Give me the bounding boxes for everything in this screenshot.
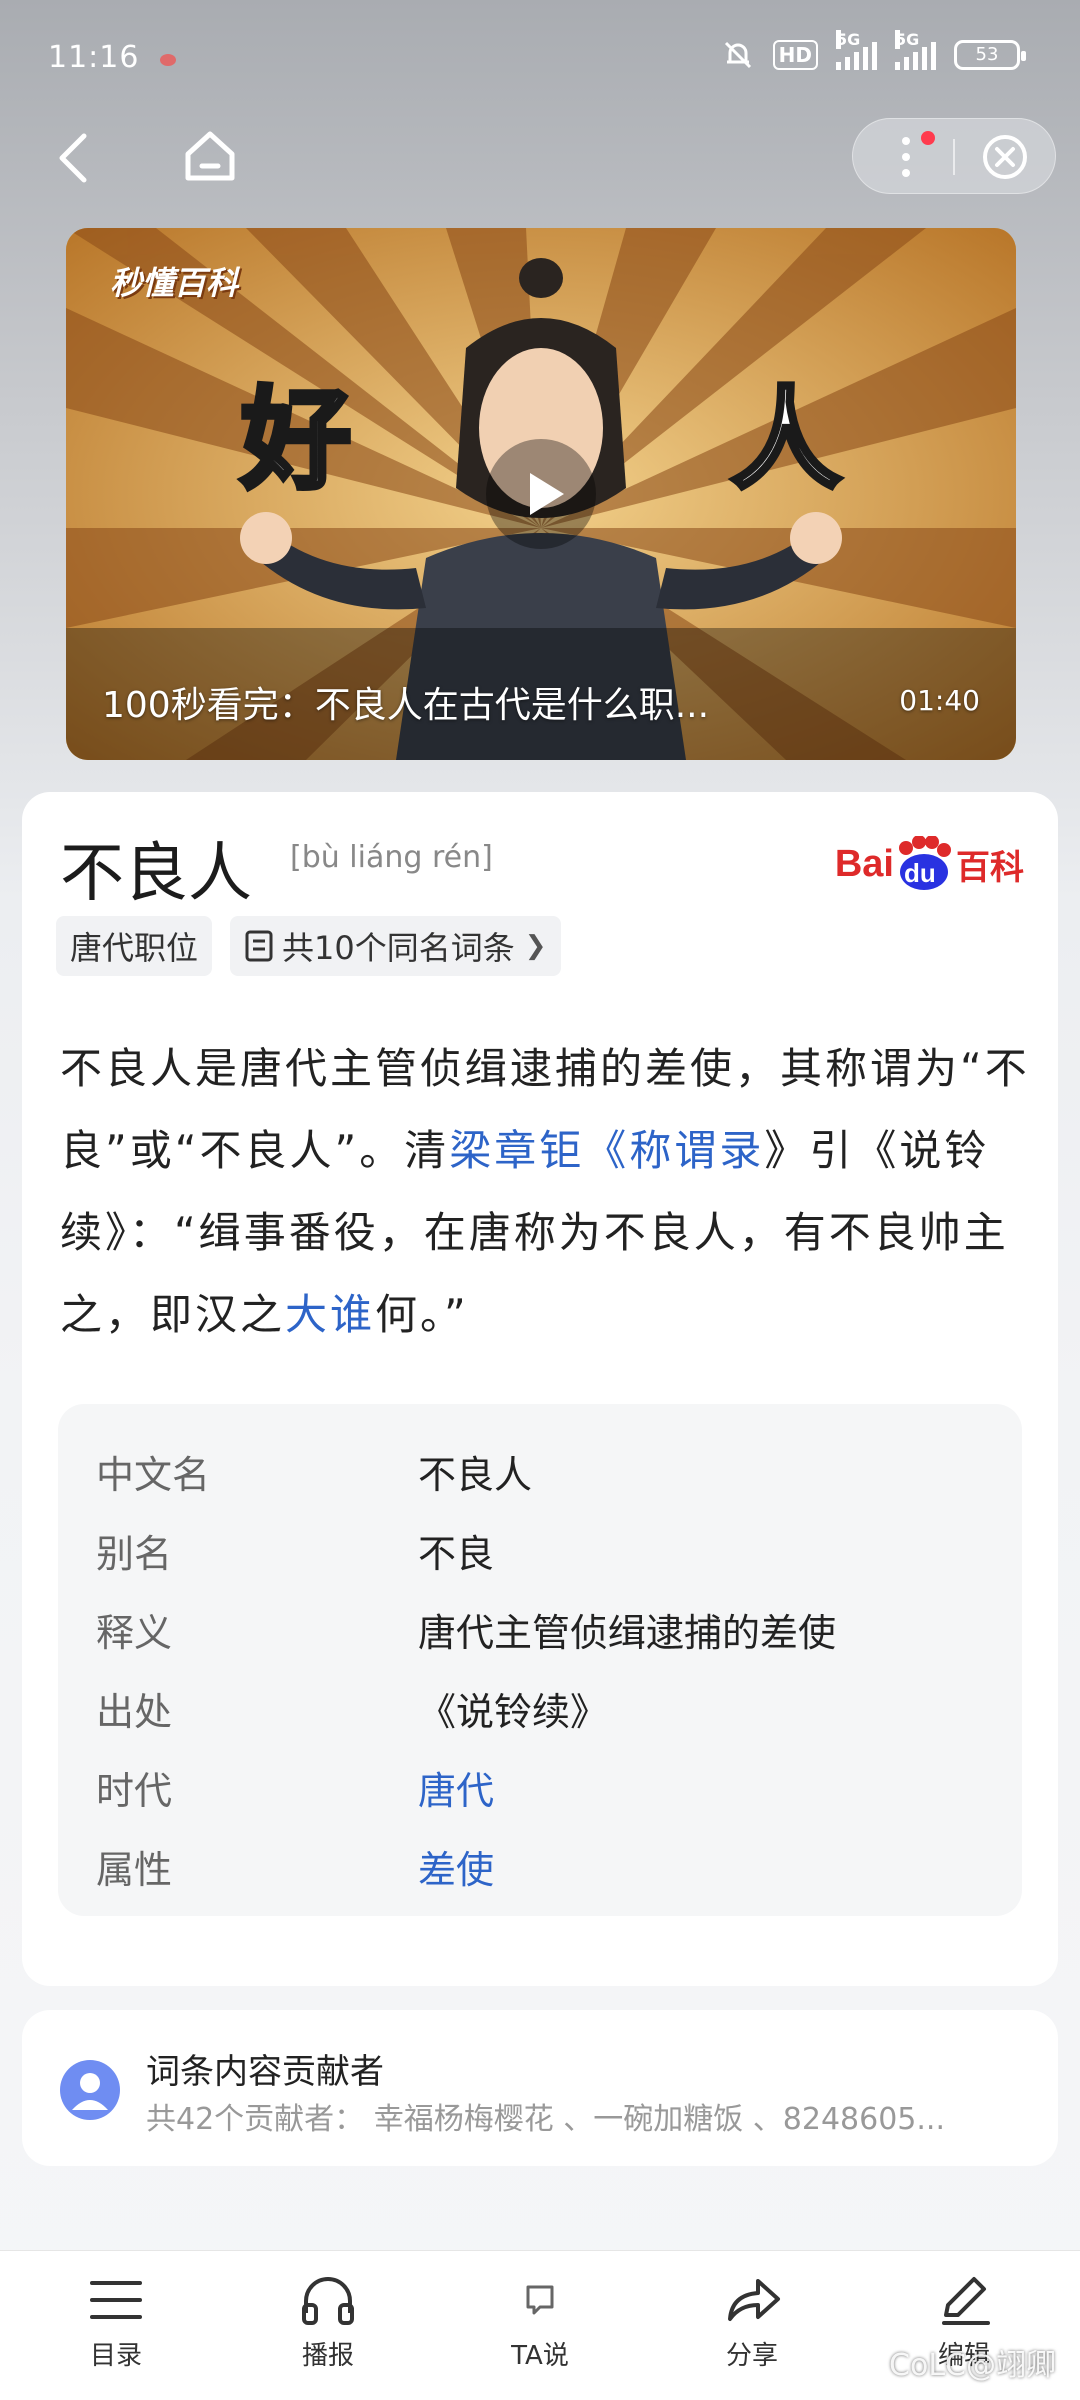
entry-card: 不良人 [bù liáng rén] Bai du 百科 唐代职位 共10个同名… — [22, 792, 1058, 1986]
paw-icon: du — [894, 836, 954, 892]
link-liang-zhangju[interactable]: 梁章钜 — [449, 1126, 584, 1175]
thumb-char-left: 好 — [240, 375, 351, 504]
infobox-value: 不良 — [418, 1532, 495, 1576]
summary-paragraph: 不良人是唐代主管侦缉逮捕的差使，其称谓为“不良”或“不良人”。清梁章钜《称谓录》… — [60, 1044, 1030, 1339]
comment-icon — [526, 2285, 554, 2315]
same-name-label: 共10个同名词条 — [282, 929, 515, 967]
pinyin: [bù liáng rén] — [290, 840, 493, 875]
headphones-icon — [302, 2277, 354, 2325]
close-icon[interactable] — [981, 133, 1029, 181]
infobox-key: 释义 — [96, 1611, 173, 1655]
battery-icon: 53 — [954, 40, 1026, 70]
pencil-icon — [942, 2277, 990, 2325]
infobox-value: 《说铃续》 — [418, 1690, 609, 1734]
mute-bell-icon — [724, 41, 751, 69]
toc-label: 目录 — [89, 2341, 142, 2371]
infobox-row: 别名 不良 — [96, 1523, 976, 1583]
contributors-list: 共42个贡献者： 幸福杨梅樱花 、一碗加糖饭 、8248605... — [146, 2102, 945, 2137]
infobox-link-value[interactable]: 差使 — [418, 1839, 494, 1894]
thumb-char-right: 人 — [731, 375, 841, 504]
infobox-value: 唐代主管侦缉逮捕的差使 — [418, 1611, 837, 1655]
infobox-row: 属性 差使 — [96, 1839, 976, 1899]
tag-row: 唐代职位 共10个同名词条 ❯ — [56, 916, 561, 976]
status-bar: 11:16 HD 5G 5G 53 — [0, 0, 1080, 120]
share-button[interactable]: 分享 — [682, 2273, 822, 2372]
tag-category[interactable]: 唐代职位 — [56, 916, 213, 976]
infobox-value: 不良人 — [418, 1453, 533, 1497]
avatar — [60, 2060, 120, 2120]
contributors-title: 词条内容贡献者 — [146, 2052, 384, 2092]
share-icon — [728, 2279, 780, 2321]
status-time: 11:16 — [48, 40, 140, 75]
video-duration: 01:40 — [899, 684, 980, 717]
contributors-card[interactable]: 词条内容贡献者 共42个贡献者： 幸福杨梅樱花 、一碗加糖饭 、8248605.… — [22, 2010, 1058, 2166]
infobox-key: 别名 — [96, 1532, 173, 1576]
infobox-key: 出处 — [96, 1690, 173, 1734]
link-quote-open[interactable]: 《 — [584, 1126, 629, 1175]
list-icon — [90, 2281, 142, 2319]
signal-icon-2: 5G — [895, 30, 936, 70]
link-chengwei-lu[interactable]: 称谓录 — [629, 1126, 764, 1175]
capsule-divider — [953, 139, 955, 175]
infobox-row: 出处 《说铃续》 — [96, 1681, 976, 1741]
video-title: 100秒看完：不良人在古代是什么职... — [102, 685, 710, 726]
baidu-baike-logo: Bai du 百科 — [835, 834, 1024, 894]
infobox-row: 中文名 不良人 — [96, 1444, 976, 1504]
ta-says-label: TA说 — [511, 2341, 569, 2371]
infobox-key: 属性 — [96, 1848, 173, 1892]
infobox: 中文名 不良人 别名 不良 释义 唐代主管侦缉逮捕的差使 出处 《说铃续》 时代… — [58, 1404, 1022, 1916]
infobox-row: 时代 唐代 — [96, 1760, 976, 1820]
infobox-row: 释义 唐代主管侦缉逮捕的差使 — [96, 1602, 976, 1662]
play-icon[interactable] — [486, 439, 596, 549]
listen-label: 播报 — [301, 2341, 354, 2371]
same-name-entries-button[interactable]: 共10个同名词条 ❯ — [230, 916, 561, 976]
unread-dot — [921, 131, 935, 145]
infobox-key: 时代 — [96, 1769, 173, 1813]
chevron-right-icon: ❯ — [524, 931, 547, 961]
status-icons: HD 5G 5G 53 — [721, 30, 1026, 72]
share-label: 分享 — [725, 2341, 778, 2371]
more-icon[interactable] — [891, 131, 921, 183]
signal-icon: 5G — [836, 30, 877, 70]
ta-says-button[interactable]: TA说 — [470, 2273, 610, 2372]
notification-dot-icon — [160, 54, 176, 66]
watermark: CoLC@翊卿 — [889, 2348, 1056, 2383]
mini-program-capsule — [852, 118, 1056, 194]
home-icon[interactable] — [180, 126, 240, 186]
infobox-key: 中文名 — [96, 1453, 211, 1497]
document-icon — [245, 930, 273, 962]
toc-button[interactable]: 目录 — [46, 2273, 186, 2372]
link-dashui[interactable]: 大谁 — [285, 1290, 375, 1339]
infobox-link-value[interactable]: 唐代 — [418, 1760, 494, 1815]
hd-badge: HD — [772, 40, 818, 70]
page-title: 不良人 — [60, 837, 252, 911]
video-player[interactable]: 好 人 秒懂百科 100秒看完：不良人在古代是什么职... 01:40 — [66, 228, 1016, 760]
back-icon[interactable] — [50, 128, 100, 188]
video-logo: 秒懂百科 — [110, 264, 239, 302]
listen-button[interactable]: 播报 — [258, 2273, 398, 2372]
user-icon — [72, 2073, 108, 2110]
